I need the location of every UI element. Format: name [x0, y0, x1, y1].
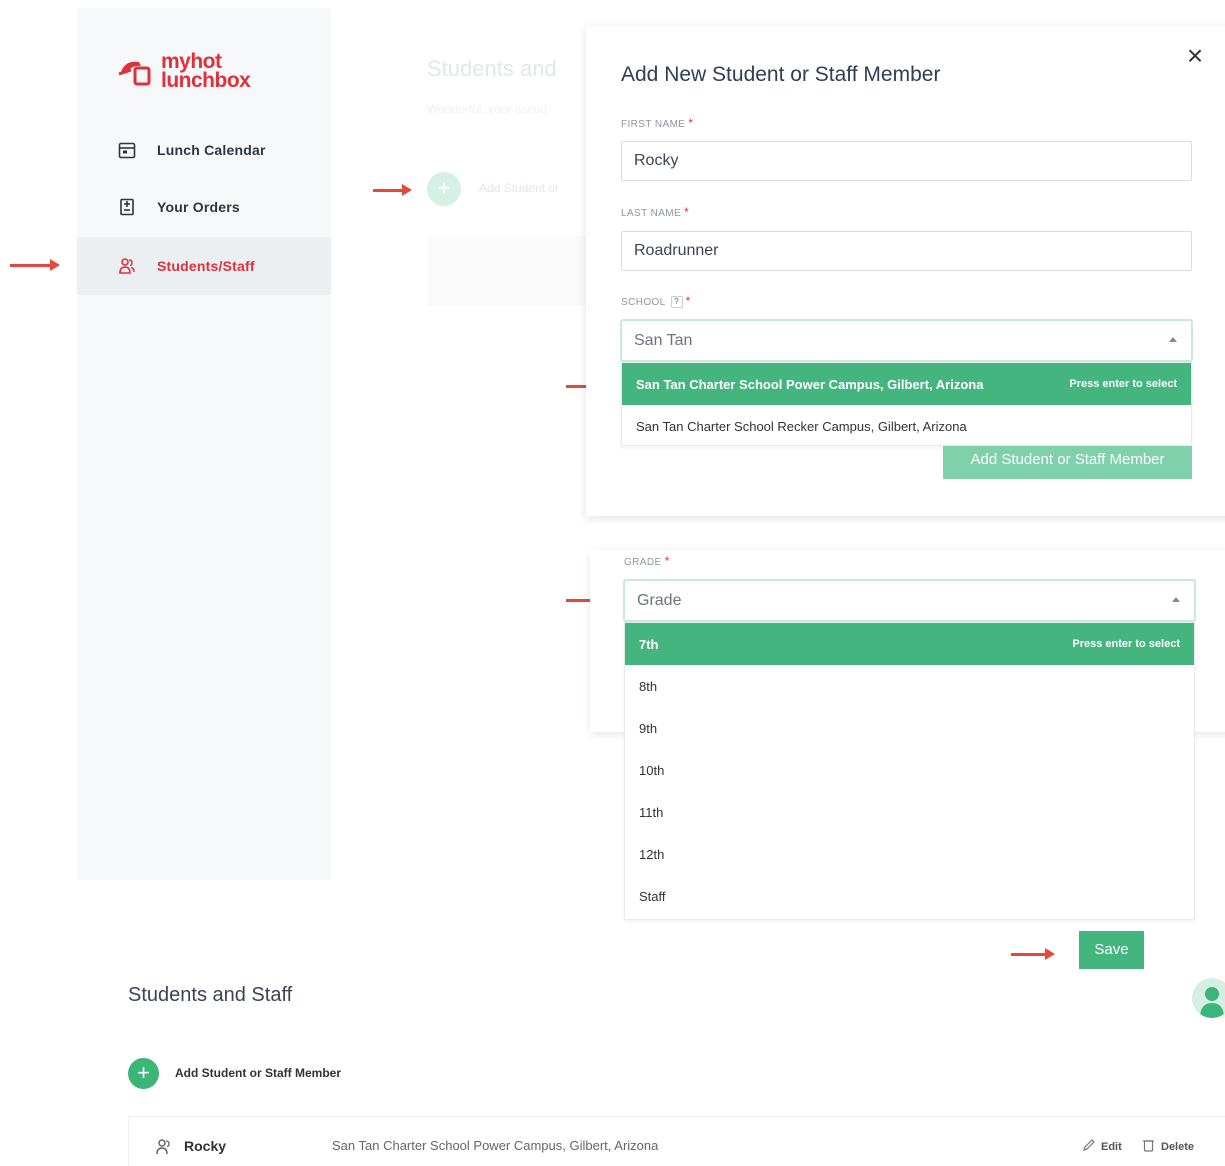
lunchbox-logo-icon [118, 61, 151, 86]
add-member-submit-button[interactable]: Add Student or Staff Member [943, 446, 1192, 479]
row-name: Rocky [184, 1138, 227, 1154]
close-icon[interactable]: × [1183, 42, 1207, 70]
plus-icon: + [137, 1060, 150, 1085]
school-option[interactable]: San Tan Charter School Recker Campus, Gi… [622, 405, 1191, 447]
avatar[interactable] [1192, 978, 1225, 1018]
sidebar-item-lunch-calendar[interactable]: Lunch Calendar [77, 121, 331, 179]
grade-option[interactable]: Staff [625, 875, 1194, 917]
annotation-arrow-sidebar [10, 259, 60, 271]
grade-select-placeholder: Grade [637, 592, 682, 609]
background-page-title: Students and [427, 56, 557, 81]
background-card [427, 236, 587, 306]
edit-link[interactable]: Edit [1082, 1138, 1122, 1155]
user-avatar-icon [1200, 987, 1224, 1018]
first-name-input[interactable]: Rocky [621, 141, 1192, 181]
annotation-arrow-save [1011, 948, 1055, 960]
sidebar-item-label: Your Orders [157, 199, 240, 215]
grade-option[interactable]: 12th [625, 833, 1194, 875]
delete-link[interactable]: Delete [1142, 1138, 1194, 1155]
person-icon [155, 1138, 173, 1161]
background-page-subtitle: Wonderful, your accou [427, 102, 547, 116]
row-school: San Tan Charter School Power Campus, Gil… [332, 1138, 659, 1153]
grade-option[interactable]: 8th [625, 665, 1194, 707]
sidebar-item-label: Students/Staff [157, 258, 255, 274]
last-name-input[interactable]: Roadrunner [621, 231, 1192, 271]
school-options: San Tan Charter School Power Campus, Gil… [621, 362, 1192, 446]
logo-text-line2: lunchbox [161, 69, 251, 92]
background-add-icon: + [427, 172, 461, 206]
annotation-arrow-add [373, 184, 412, 196]
sidebar-item-label: Lunch Calendar [157, 142, 266, 158]
first-name-label: FIRST NAME * [621, 116, 694, 130]
add-member-label[interactable]: Add Student or Staff Member [175, 1066, 341, 1080]
chevron-up-icon [1172, 597, 1180, 602]
orders-icon [117, 197, 137, 217]
brand-logo[interactable]: myhot lunchbox [117, 51, 267, 96]
grade-option[interactable]: 10th [625, 749, 1194, 791]
grade-option[interactable]: 9th [625, 707, 1194, 749]
school-select-value: San Tan [634, 332, 693, 349]
grade-option[interactable]: 11th [625, 791, 1194, 833]
help-icon[interactable]: ? [670, 296, 683, 309]
table-row [128, 1116, 1225, 1166]
background-add-label: Add Student or [479, 181, 560, 195]
school-select[interactable]: San Tan [620, 319, 1193, 362]
calendar-icon [117, 140, 137, 160]
chevron-up-icon [1169, 337, 1177, 342]
school-label: SCHOOL? * [621, 294, 691, 309]
modal-title: Add New Student or Staff Member [621, 63, 941, 86]
grade-select[interactable]: Grade [623, 579, 1196, 622]
school-option[interactable]: San Tan Charter School Power Campus, Gil… [622, 363, 1191, 405]
pencil-icon [1082, 1138, 1096, 1155]
save-button[interactable]: Save [1079, 931, 1144, 969]
page-title: Students and Staff [128, 984, 293, 1006]
add-member-button[interactable]: + [128, 1058, 159, 1089]
sidebar-item-students-staff[interactable]: Students/Staff [77, 237, 331, 295]
trash-icon [1142, 1138, 1155, 1155]
last-name-label: LAST NAME * [621, 205, 690, 219]
users-icon [117, 256, 137, 276]
grade-option[interactable]: 7th Press enter to select [625, 623, 1194, 665]
sidebar-item-your-orders[interactable]: Your Orders [77, 178, 331, 236]
grade-options: 7th Press enter to select 8th 9th 10th 11… [624, 622, 1195, 920]
grade-label: GRADE * [624, 554, 670, 568]
